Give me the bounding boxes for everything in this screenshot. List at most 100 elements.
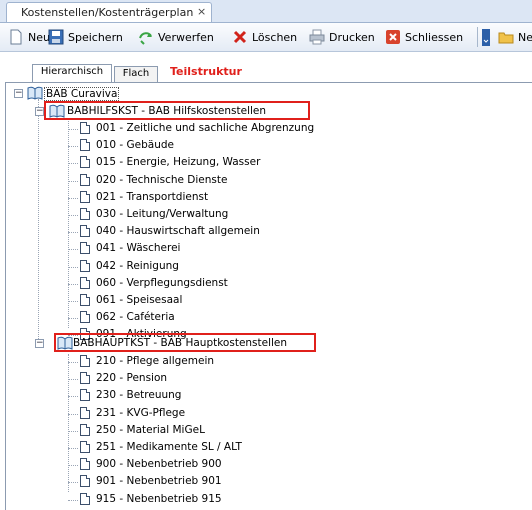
tab-hierarchisch[interactable]: Hierarchisch — [32, 64, 112, 82]
tree-item[interactable]: 001 - Zeitliche und sachliche Abgrenzung — [68, 121, 360, 137]
tree-item[interactable]: 220 - Pension — [68, 371, 360, 387]
tree-item-label: 220 - Pension — [96, 372, 168, 385]
print-button[interactable]: Drucken — [309, 29, 383, 46]
tree-line — [68, 482, 78, 484]
tree-line — [68, 197, 78, 199]
tab-flach[interactable]: Flach — [114, 66, 158, 82]
tab-title: Kostenstellen/Kostenträgerplan — [21, 6, 194, 19]
tree-item[interactable]: 041 - Wäscherei — [68, 241, 360, 257]
document-icon — [80, 355, 90, 367]
tree-item[interactable]: 230 - Betreuung — [68, 388, 360, 404]
tree-line — [68, 430, 78, 432]
tree-item-label: 021 - Transportdienst — [96, 190, 209, 203]
document-icon — [80, 173, 90, 186]
new-document-icon — [10, 29, 22, 45]
tree-line — [68, 301, 78, 302]
tree-item-label: 901 - Nebenbetrieb 901 — [96, 475, 222, 488]
root-label: BAB Curaviva — [44, 87, 120, 101]
collapse-icon[interactable]: − — [14, 89, 23, 98]
tree-item[interactable]: 900 - Nebenbetrieb 900 — [68, 457, 360, 473]
tree-line — [38, 99, 39, 345]
document-icon — [80, 372, 90, 385]
tree-item[interactable]: 010 - Gebäude — [68, 138, 360, 154]
tree-item-label: 060 - Verpflegungsdienst — [96, 276, 228, 289]
delete-x-icon — [233, 30, 247, 44]
tree-item[interactable]: 062 - Caféteria — [68, 310, 360, 326]
collapse-icon[interactable]: − — [35, 339, 44, 348]
tree-item-label: 915 - Nebenbetrieb 915 — [96, 492, 222, 505]
tree-item[interactable]: 040 - Hauswirtschaft allgemein — [68, 224, 360, 240]
document-icon — [80, 122, 90, 134]
tree-item-label: 251 - Medikamente SL / ALT — [96, 441, 242, 453]
book-icon — [27, 86, 43, 100]
tree-root[interactable]: − BAB Curaviva — [14, 86, 214, 102]
tree-item[interactable]: 030 - Leitung/Verwaltung — [68, 207, 360, 223]
tree-item-label: 061 - Speisesaal — [96, 294, 183, 306]
tree-item[interactable]: 020 - Technische Dienste — [68, 173, 360, 189]
discard-button[interactable]: Verwerfen — [138, 29, 226, 46]
tree-line — [68, 362, 78, 363]
tree-line — [68, 146, 78, 148]
close-red-icon — [386, 30, 400, 44]
overflow-dropdown[interactable] — [482, 29, 490, 46]
document-icon — [80, 208, 90, 220]
tree-line — [68, 318, 78, 320]
folder-icon — [498, 32, 514, 44]
tree-item[interactable]: 250 - Material MiGeL — [68, 423, 360, 439]
printer-icon — [309, 29, 325, 45]
tree-item-label: 010 - Gebäude — [96, 139, 174, 152]
tree-line — [68, 215, 78, 216]
print-label: Drucken — [329, 31, 375, 44]
save-button[interactable]: Speichern — [48, 29, 138, 46]
document-icon — [80, 139, 90, 152]
tree-item-label: 231 - KVG-Pflege — [96, 406, 186, 419]
tree-line — [68, 283, 78, 285]
tree-item-label: 020 - Technische Dienste — [96, 173, 228, 186]
tree-item[interactable]: 042 - Reinigung — [68, 259, 360, 275]
tree-item-label: 042 - Reinigung — [96, 259, 179, 272]
close-label: Schliessen — [405, 31, 464, 44]
tree-line — [68, 396, 78, 398]
teilstruktur-label: Teilstruktur — [170, 65, 242, 78]
save-icon — [48, 29, 64, 45]
tree-line — [68, 118, 69, 328]
tree-item-label: 250 - Material MiGeL — [96, 423, 205, 436]
tree-item[interactable]: 915 - Nebenbetrieb 915 — [68, 492, 360, 508]
document-icon — [80, 492, 90, 505]
tree-item-label: 900 - Nebenbetrieb 900 — [96, 458, 222, 471]
document-icon — [80, 458, 90, 471]
document-icon — [80, 225, 90, 238]
tree-item[interactable]: 210 - Pflege allgemein — [68, 354, 360, 370]
tree-line — [68, 354, 69, 492]
tree-item[interactable]: 015 - Energie, Heizung, Wasser — [68, 155, 360, 171]
document-icon — [80, 423, 90, 436]
tree-line — [68, 129, 78, 130]
tree-line — [68, 379, 78, 381]
tree-item[interactable]: 901 - Nebenbetrieb 901 — [68, 474, 360, 490]
tree-item-label: 001 - Zeitliche und sachliche Abgrenzung — [96, 122, 315, 134]
view-tabs: Hierarchisch Flach Teilstruktur — [0, 60, 532, 82]
tree-item[interactable]: 021 - Transportdienst — [68, 190, 360, 206]
toolbar-separator — [477, 27, 478, 47]
tree-item[interactable]: 251 - Medikamente SL / ALT — [68, 440, 360, 456]
tree-line — [68, 465, 78, 467]
highlight-box-hilfskostenstellen — [44, 101, 310, 120]
close-tab-icon[interactable]: × — [197, 5, 206, 18]
tree-line — [68, 180, 78, 182]
tab-kostenstellen[interactable]: Kostenstellen/Kostenträgerplan × — [6, 2, 212, 22]
tree-item[interactable]: 061 - Speisesaal — [68, 293, 360, 309]
tree-line — [68, 499, 78, 501]
tree-line — [68, 448, 78, 449]
delete-button[interactable]: Löschen — [232, 29, 312, 46]
new-label: Neu — [28, 31, 50, 44]
document-icon — [80, 389, 90, 402]
tree-item[interactable]: 060 - Verpflegungsdienst — [68, 276, 360, 292]
tree-item[interactable]: 231 - KVG-Pflege — [68, 406, 360, 422]
close-button[interactable]: Schliessen — [385, 29, 475, 46]
document-icon — [80, 242, 90, 255]
collapse-icon[interactable]: − — [35, 107, 44, 116]
tree-item-label: 041 - Wäscherei — [96, 242, 181, 255]
tree-item-label: 062 - Caféteria — [96, 311, 175, 324]
new-folder-button[interactable]: Ne — [498, 29, 532, 46]
document-icon — [80, 190, 90, 203]
